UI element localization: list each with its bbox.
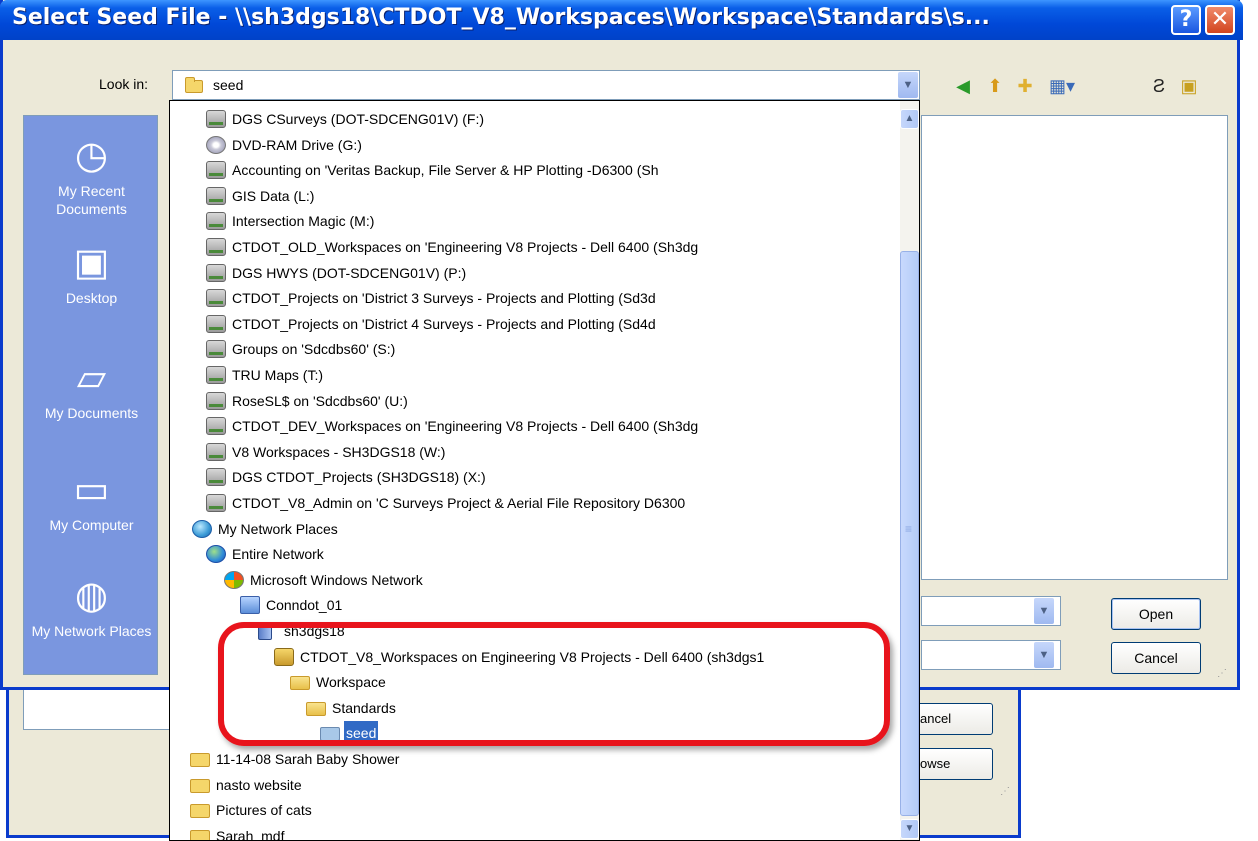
scroll-up-icon[interactable]: ▲	[900, 109, 919, 129]
dropdown-item-label: DVD-RAM Drive (G:)	[232, 137, 362, 153]
background-browse-button[interactable]: owse	[909, 748, 993, 780]
windows-network-icon	[224, 571, 244, 589]
network-drive-icon	[206, 187, 226, 205]
dropdown-item-label: CTDOT_Projects on 'District 3 Surveys - …	[232, 290, 656, 306]
dropdown-item-label: CTDOT_Projects on 'District 4 Surveys - …	[232, 316, 656, 332]
close-button[interactable]: ✕	[1205, 5, 1235, 35]
network-drive-icon	[206, 494, 226, 512]
network-drive-icon	[206, 110, 226, 128]
dvd-drive-icon	[206, 136, 226, 154]
look-in-combo[interactable]: seed ▼	[172, 70, 920, 100]
view-menu-icon[interactable]: ▦▾	[1045, 74, 1079, 98]
place-label: My Network Places	[31, 623, 152, 639]
dropdown-item-label: DGS CSurveys (DOT-SDCENG01V) (F:)	[232, 111, 485, 127]
my-documents-icon: ▱	[76, 357, 107, 399]
title-bar[interactable]: Select Seed File - \\sh3dgs18\CTDOT_V8_W…	[0, 0, 1243, 40]
entire-network-icon	[206, 545, 226, 563]
desktop-icon: ▣	[73, 242, 110, 284]
place-my-computer[interactable]: ▭ My Computer	[24, 468, 159, 534]
place-label: My Recent Documents	[56, 183, 127, 217]
network-drive-icon	[206, 315, 226, 333]
annotation-highlight-ring	[218, 622, 890, 746]
place-recent-documents[interactable]: ◷ My Recent Documents	[24, 134, 159, 218]
file-name-combo[interactable]: ▼	[921, 596, 1061, 626]
dropdown-item-label: Pictures of cats	[216, 802, 312, 818]
help-button[interactable]: ?	[1171, 5, 1201, 35]
dropdown-item-label: Conndot_01	[266, 597, 343, 613]
network-drive-icon	[206, 340, 226, 358]
background-cancel-button[interactable]: ancel	[909, 703, 993, 735]
place-my-network[interactable]: ◍ My Network Places	[24, 574, 159, 640]
resize-grip[interactable]: ⋰	[1000, 786, 1010, 797]
dropdown-item-label: DGS CTDOT_Projects (SH3DGS18) (X:)	[232, 469, 486, 485]
network-drive-icon	[206, 264, 226, 282]
network-drive-icon	[206, 289, 226, 307]
dropdown-item-label: CTDOT_OLD_Workspaces on 'Engineering V8 …	[232, 239, 699, 255]
look-in-label: Look in:	[99, 76, 149, 92]
network-drive-icon	[206, 392, 226, 410]
dropdown-item-label: Microsoft Windows Network	[250, 572, 423, 588]
network-drive-icon	[206, 468, 226, 486]
dropdown-item-label: CTDOT_V8_Admin on 'C Surveys Project & A…	[232, 495, 686, 511]
back-icon[interactable]: ◀	[951, 74, 975, 98]
folder-icon	[190, 753, 210, 767]
network-drive-icon	[206, 161, 226, 179]
network-places-icon: ◍	[74, 575, 109, 617]
resize-grip[interactable]: ⋰	[1217, 668, 1227, 679]
dropdown-scrollbar[interactable]: ▲ ▼	[900, 101, 919, 840]
chevron-down-icon[interactable]: ▼	[898, 72, 918, 98]
place-my-documents[interactable]: ▱ My Documents	[24, 356, 159, 422]
network-drive-icon	[206, 366, 226, 384]
dropdown-item-label: Intersection Magic (M:)	[232, 213, 375, 229]
file-type-combo[interactable]: ▼	[921, 640, 1061, 670]
network-drive-icon	[206, 212, 226, 230]
recent-documents-icon: ◷	[74, 135, 109, 177]
dropdown-item-label: Accounting on 'Veritas Backup, File Serv…	[232, 162, 659, 178]
place-label: My Computer	[49, 517, 134, 533]
open-button[interactable]: Open	[1111, 598, 1201, 630]
window-title: Select Seed File - \\sh3dgs18\CTDOT_V8_W…	[12, 5, 990, 30]
network-drive-icon	[206, 238, 226, 256]
network-drive-icon	[206, 417, 226, 435]
scroll-down-icon[interactable]: ▼	[900, 819, 919, 839]
config-icon[interactable]: ▣	[1177, 74, 1201, 98]
my-computer-icon: ▭	[73, 469, 110, 511]
look-in-value: seed	[213, 77, 244, 93]
network-places-icon	[192, 520, 212, 538]
place-desktop[interactable]: ▣ Desktop	[24, 241, 159, 307]
background-panel	[23, 690, 193, 730]
dropdown-item-label: GIS Data (L:)	[232, 188, 315, 204]
folder-icon	[185, 77, 203, 93]
network-drive-icon	[206, 443, 226, 461]
chevron-down-icon[interactable]: ▼	[1034, 598, 1054, 624]
dropdown-item-label: Groups on 'Sdcdbs60' (S:)	[232, 341, 396, 357]
place-label: Desktop	[65, 290, 118, 306]
dropdown-item-label: nasto website	[216, 777, 302, 793]
dropdown-item-label: RoseSL$ on 'Sdcdbs60' (U:)	[232, 393, 408, 409]
folder-icon	[190, 804, 210, 818]
file-list-area[interactable]	[921, 115, 1228, 580]
scroll-thumb[interactable]	[900, 251, 919, 816]
dropdown-item-label: CTDOT_DEV_Workspaces on 'Engineering V8 …	[232, 418, 699, 434]
folder-icon	[190, 779, 210, 793]
refresh-icon[interactable]: Ƨ	[1147, 74, 1171, 98]
dropdown-item-label: DGS HWYS (DOT-SDCENG01V) (P:)	[232, 265, 467, 281]
dropdown-item-label: 11-14-08 Sarah Baby Shower	[216, 751, 400, 767]
dropdown-item-label: Entire Network	[232, 546, 324, 562]
dropdown-item-label: V8 Workspaces - SH3DGS18 (W:)	[232, 444, 446, 460]
folder-icon	[190, 830, 210, 840]
dropdown-item-label: Sarah_mdf	[216, 828, 285, 841]
place-label: My Documents	[44, 405, 139, 421]
places-bar: ◷ My Recent Documents ▣ Desktop ▱ My Doc…	[23, 115, 158, 675]
domain-icon	[240, 596, 260, 614]
new-folder-icon[interactable]: ✚	[1013, 74, 1037, 98]
chevron-down-icon[interactable]: ▼	[1034, 642, 1054, 668]
up-folder-icon[interactable]: ⬆	[983, 74, 1007, 98]
dropdown-item-label: TRU Maps (T:)	[232, 367, 323, 383]
cancel-button[interactable]: Cancel	[1111, 642, 1201, 674]
dropdown-item-label: My Network Places	[218, 521, 338, 537]
